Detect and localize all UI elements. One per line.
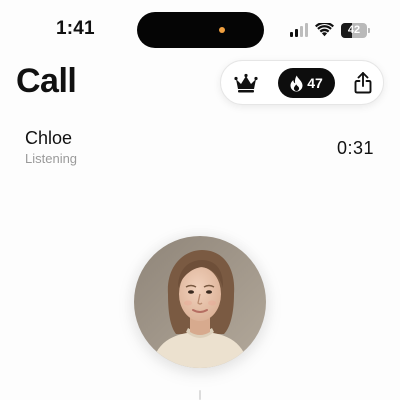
- cellular-signal-icon: [290, 23, 308, 37]
- caller-avatar: [134, 236, 266, 368]
- flame-icon: [290, 75, 303, 91]
- premium-button[interactable]: [231, 70, 261, 96]
- crown-icon: [234, 73, 258, 93]
- caller-name: Chloe: [25, 128, 73, 148]
- streak-button[interactable]: 47: [278, 68, 335, 98]
- bottom-indicator: [199, 390, 201, 400]
- status-time: 1:41: [56, 18, 95, 39]
- dynamic-island: [137, 12, 264, 48]
- call-screen: 1:41 42 Call 47 Chloe Listening 0:31: [0, 0, 400, 400]
- status-icons: 42: [290, 20, 370, 40]
- share-button[interactable]: [349, 69, 377, 97]
- page-title: Call: [16, 62, 77, 100]
- wifi-icon: [315, 23, 334, 37]
- streak-count: 47: [307, 75, 323, 91]
- recording-indicator-dot: [219, 27, 225, 33]
- battery-level-text: 42: [347, 23, 361, 36]
- battery-icon: 42: [341, 22, 370, 38]
- call-status: Listening: [25, 151, 78, 166]
- header-action-pill: 47: [220, 60, 384, 105]
- share-icon: [354, 72, 372, 94]
- avatar-photo: [134, 236, 266, 368]
- status-bar: 1:41 42: [0, 0, 400, 60]
- call-timer: 0:31: [336, 138, 374, 158]
